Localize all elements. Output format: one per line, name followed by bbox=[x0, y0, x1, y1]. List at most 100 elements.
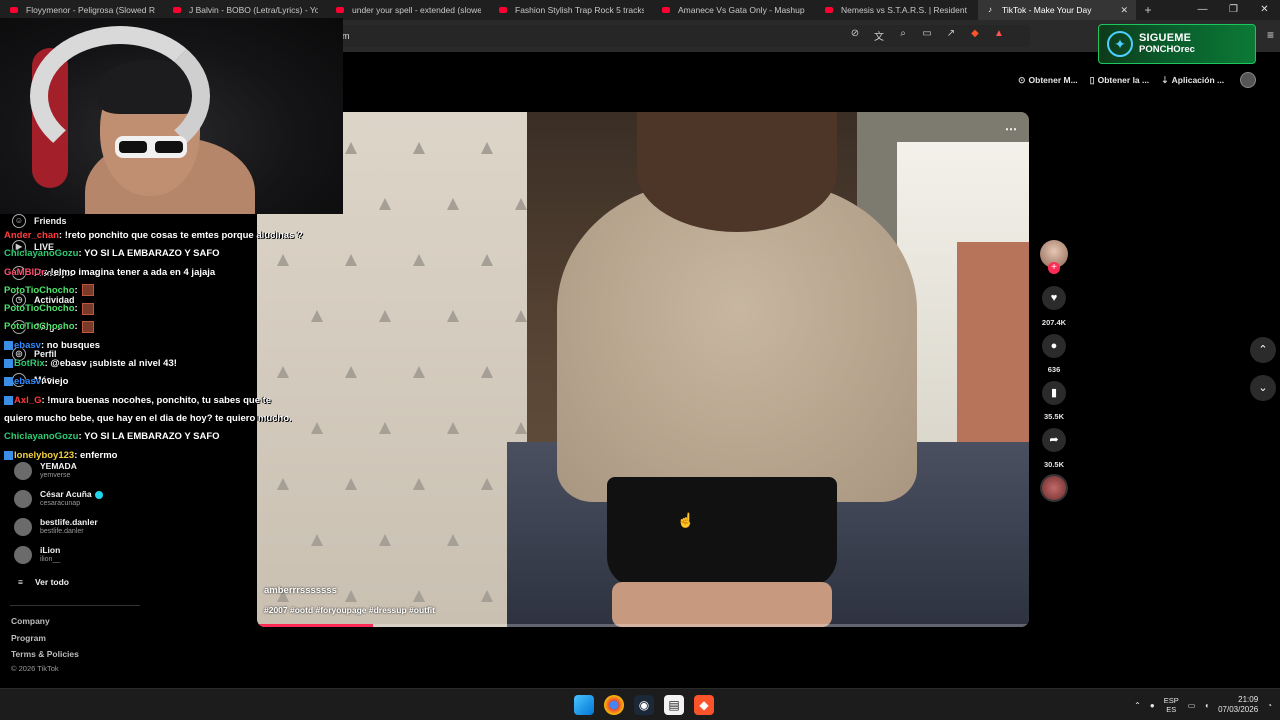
see-all-button[interactable]: ≡ Ver todo bbox=[18, 577, 69, 587]
chat-username: GaMBlDr bbox=[4, 266, 45, 278]
start-button-icon[interactable] bbox=[574, 695, 594, 715]
new-tab-button[interactable]: + bbox=[1136, 3, 1160, 17]
youtube-icon bbox=[10, 7, 18, 13]
previous-video-button[interactable]: ⌃ bbox=[1250, 337, 1276, 363]
twitter-bird-icon: ✦ bbox=[1107, 31, 1133, 57]
chat-badge-icon bbox=[4, 340, 13, 350]
wall-pattern bbox=[345, 590, 357, 602]
coin-icon: ⊙ bbox=[1018, 74, 1026, 85]
browser-tab-strip: Floyymenor - Peligrosa (Slowed Rev J Balv… bbox=[0, 0, 1280, 20]
verified-icon bbox=[94, 490, 103, 499]
following-account[interactable]: bestlife.danler bestlife.danler bbox=[14, 517, 98, 536]
language-indicator[interactable]: ESP ES bbox=[1164, 696, 1179, 714]
account-name: César Acuña bbox=[40, 489, 103, 499]
zoom-icon[interactable]: ⌕ bbox=[896, 28, 910, 43]
wall-pattern bbox=[345, 142, 357, 154]
chat-message: ChiclayanoGozu: YO SI LA EMBARAZO Y SAFO bbox=[4, 245, 324, 263]
profile-avatar[interactable] bbox=[1240, 72, 1257, 88]
browser-tab[interactable]: Amanece Vs Gata Only - Mashup - Y bbox=[652, 0, 815, 20]
get-app-button[interactable]: ▯ Obtener la ... bbox=[1090, 75, 1149, 86]
comment-button[interactable]: ● bbox=[1042, 334, 1066, 358]
system-tray: ⌃ ● ESP ES ▭ ◖ 21:09 07/03/2026 ◔ bbox=[1134, 689, 1280, 720]
follow-plus-icon[interactable]: + bbox=[1048, 262, 1060, 274]
steam-icon[interactable]: ◉ bbox=[634, 695, 654, 715]
maximize-button[interactable]: ❐ bbox=[1218, 0, 1249, 20]
desktop-app-button[interactable]: ⇣ Aplicación ... bbox=[1161, 75, 1224, 86]
chat-text: quiero mucho bebe, que hay en el dia de … bbox=[4, 412, 292, 424]
chat-text: : bbox=[74, 284, 78, 296]
wall-pattern bbox=[345, 478, 357, 490]
tiktok-icon: ♪ bbox=[988, 5, 992, 14]
browser-tab[interactable]: under your spell - extended (slowed bbox=[326, 0, 489, 20]
footer-company[interactable]: Company bbox=[11, 616, 50, 626]
close-window-button[interactable]: ✕ bbox=[1249, 0, 1280, 20]
browser-tab[interactable]: Floyymenor - Peligrosa (Slowed Rev bbox=[0, 0, 163, 20]
browser-menu-icon[interactable]: ≡ bbox=[1267, 28, 1274, 42]
clock[interactable]: 21:09 07/03/2026 bbox=[1218, 695, 1258, 715]
browser-tab[interactable]: Fashion Stylish Trap Rock 5 tracks by bbox=[489, 0, 652, 20]
wall-pattern bbox=[379, 534, 391, 546]
brave-rewards-icon[interactable]: ▲ bbox=[992, 28, 1006, 43]
next-video-button[interactable]: ⌄ bbox=[1250, 375, 1276, 401]
chat-username: ebasv bbox=[14, 376, 41, 388]
video-username[interactable]: amberrrsssssss bbox=[264, 585, 337, 596]
wall-pattern bbox=[345, 366, 357, 378]
wall-pattern bbox=[481, 254, 493, 266]
video-player[interactable]: ⋯ amberrrsssssss #2007 #ootd #foryoupage… bbox=[257, 112, 1029, 627]
volume-icon[interactable]: ◖ bbox=[1204, 701, 1209, 710]
chat-username: BotRix bbox=[14, 358, 45, 370]
browser-tab[interactable]: J Balvin - BOBO (Letra/Lyrics) - YouT bbox=[163, 0, 326, 20]
save-button[interactable]: ▮ bbox=[1042, 381, 1066, 405]
like-button[interactable]: ♥ bbox=[1042, 286, 1066, 310]
video-hashtags[interactable]: #2007 #ootd #foryoupage #dressup #outfit bbox=[264, 605, 435, 615]
chat-text: : YO SI LA EMBARAZO Y SAFO bbox=[78, 431, 220, 443]
more-options-icon[interactable]: ⋯ bbox=[1005, 122, 1017, 136]
network-icon[interactable]: ▭ bbox=[1188, 701, 1196, 710]
minimize-button[interactable]: — bbox=[1187, 0, 1218, 20]
sidebar-divider bbox=[10, 605, 140, 606]
footer-terms[interactable]: Terms & Policies bbox=[11, 649, 79, 659]
chrome-icon[interactable] bbox=[604, 695, 624, 715]
footer-program[interactable]: Program bbox=[11, 633, 46, 643]
browser-tab[interactable]: Nemesis vs S.T.A.R.S. | Resident Evil 3 bbox=[815, 0, 978, 20]
mute-icon[interactable]: ⊘ bbox=[848, 28, 862, 43]
wall-pattern bbox=[277, 478, 289, 490]
brave-shield-icon[interactable]: ◆ bbox=[968, 28, 982, 43]
music-disc[interactable] bbox=[1040, 474, 1068, 502]
chat-badge-icon bbox=[4, 377, 13, 387]
windows-taskbar: ◉ ▤ ◆ ⌃ ● ESP ES ▭ ◖ 21:09 07/03/2026 ◔ bbox=[0, 688, 1280, 720]
wall-pattern bbox=[413, 478, 425, 490]
chat-message: ebasv: no busques bbox=[4, 337, 324, 355]
chat-message: ebasv: viejo bbox=[4, 373, 324, 391]
account-handle: ilion__ bbox=[40, 556, 61, 563]
translate-icon[interactable]: 文 bbox=[872, 28, 886, 43]
address-bar-icons: ⊘ 文 ⌕ ▭ ↗ ◆ ▲ bbox=[848, 28, 1006, 43]
share-icon[interactable]: ↗ bbox=[944, 28, 958, 43]
chat-message: lonelyboy123: enfermo bbox=[4, 447, 324, 465]
browser-tab[interactable]: ♪ TikTok - Make Your Day ✕ bbox=[978, 0, 1136, 20]
chat-emote-icon bbox=[81, 320, 94, 333]
wall-pattern bbox=[413, 254, 425, 266]
overlay-line-1: SIGUEME bbox=[1139, 32, 1192, 44]
save-count: 35.5K bbox=[1043, 412, 1064, 421]
share-button[interactable]: ➦ bbox=[1042, 428, 1066, 452]
following-account[interactable]: iLion ilion__ bbox=[14, 545, 60, 564]
brave-icon[interactable]: ◆ bbox=[694, 695, 714, 715]
tray-chevron-icon[interactable]: ⌃ bbox=[1134, 701, 1141, 710]
sidebar-item-friends[interactable]: ☺ Friends bbox=[12, 214, 67, 228]
hand-cursor-icon: ☝ bbox=[677, 512, 695, 528]
microphone-icon[interactable]: ● bbox=[1150, 701, 1155, 710]
wall-pattern bbox=[447, 198, 459, 210]
chat-text: : bbox=[74, 303, 78, 315]
account-handle: cesaracunap bbox=[40, 500, 81, 507]
notification-bell-icon[interactable]: ◔ bbox=[1267, 701, 1272, 710]
get-coins-button[interactable]: ⊙ Obtener M... bbox=[1018, 75, 1078, 86]
account-name: bestlife.danler bbox=[40, 517, 98, 527]
file-icon[interactable]: ▤ bbox=[664, 695, 684, 715]
chat-message: BotRix: @ebasv ¡subiste al nivel 43! bbox=[4, 355, 324, 373]
video-progress-bar[interactable] bbox=[257, 624, 1029, 627]
cast-icon[interactable]: ▭ bbox=[920, 28, 934, 43]
wall-pattern bbox=[379, 198, 391, 210]
following-account[interactable]: César Acuña cesaracunap bbox=[14, 489, 103, 508]
close-tab-icon[interactable]: ✕ bbox=[1120, 5, 1128, 16]
